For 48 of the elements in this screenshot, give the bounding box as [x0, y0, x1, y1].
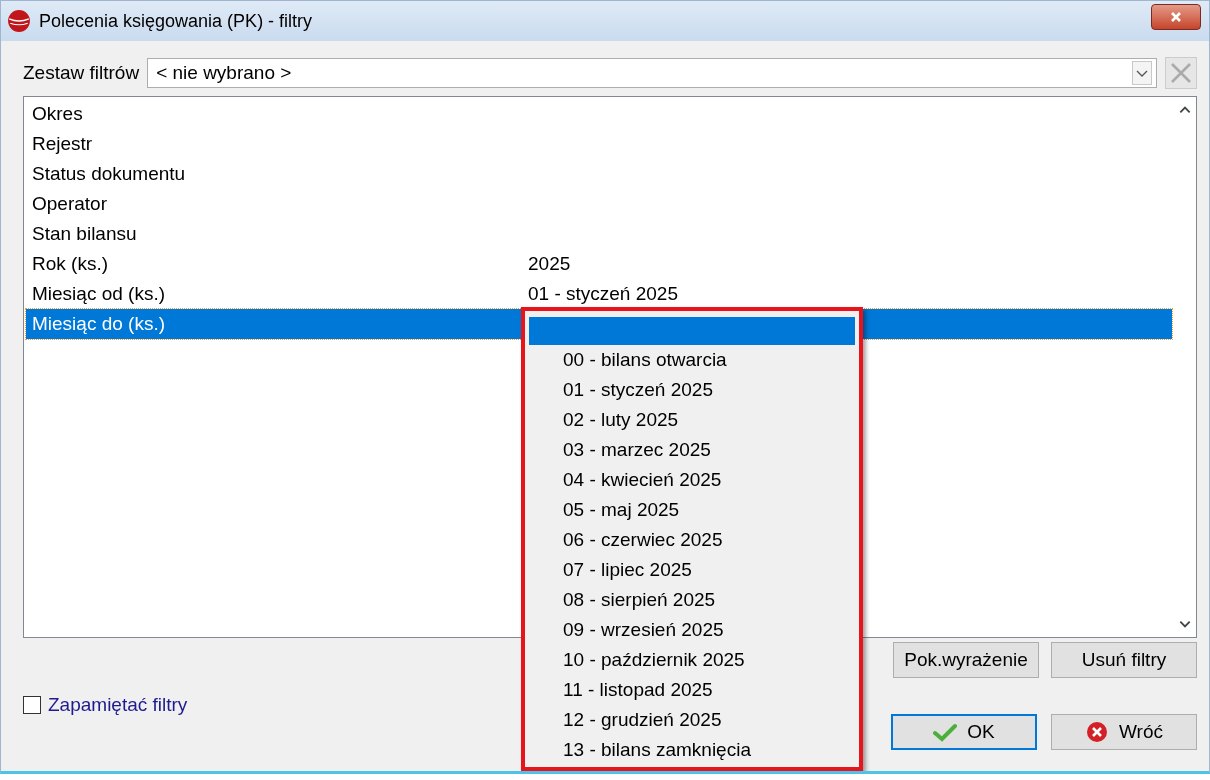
close-button[interactable] [1151, 4, 1201, 30]
window-title: Polecenia księgowania (PK) - filtry [39, 10, 314, 32]
filter-row[interactable]: Stan bilansu [26, 219, 1172, 249]
dropdown-option[interactable]: 07 - lipiec 2025 [529, 555, 855, 585]
filter-label: Miesiąc do (ks.) [32, 313, 167, 335]
filter-set-value: < nie wybrano > [156, 62, 292, 84]
action-button[interactable]: Pok.wyrażenie [893, 642, 1039, 678]
filter-label: Rok (ks.) [32, 253, 109, 275]
dropdown-option[interactable]: 05 - maj 2025 [529, 495, 855, 525]
filter-row[interactable]: Status dokumentu [26, 159, 1172, 189]
dropdown-option[interactable]: 00 - bilans otwarcia [529, 345, 855, 375]
dropdown-option[interactable]: 13 - bilans zamknięcia [529, 735, 855, 765]
filter-value: 2025 [528, 253, 571, 275]
filter-set-label: Zestaw filtrów [23, 62, 140, 84]
app-icon [7, 9, 31, 33]
dropdown-option[interactable]: 01 - styczeń 2025 [529, 375, 855, 405]
cancel-button[interactable]: Wróć [1051, 714, 1197, 750]
clear-icon [1169, 61, 1193, 85]
filter-label: Okres [32, 103, 84, 125]
dropdown-option[interactable]: 10 - październik 2025 [529, 645, 855, 675]
filter-row[interactable]: Okres [26, 99, 1172, 129]
filter-label: Operator [32, 193, 108, 215]
dropdown-option[interactable]: 06 - czerwiec 2025 [529, 525, 855, 555]
dropdown-option[interactable]: 12 - grudzień 2025 [529, 705, 855, 735]
filter-value: 01 - styczeń 2025 [528, 283, 678, 305]
ok-button[interactable]: OK [891, 714, 1037, 750]
remember-filters-label[interactable]: Zapamiętać filtry [48, 694, 188, 716]
filter-label: Status dokumentu [32, 163, 187, 185]
caret-icon [1132, 61, 1152, 85]
dropdown-option[interactable]: 04 - kwiecień 2025 [529, 465, 855, 495]
filter-row[interactable]: Rok (ks.) 2025 [26, 249, 1172, 279]
filter-row[interactable]: Rejestr [26, 129, 1172, 159]
filter-label: Miesiąc od (ks.) [32, 283, 167, 305]
dropdown-option[interactable]: 11 - listopad 2025 [529, 675, 855, 705]
dropdown-option[interactable]: 02 - luty 2025 [529, 405, 855, 435]
cancel-icon [1085, 721, 1109, 743]
filter-row[interactable]: Operator [26, 189, 1172, 219]
dropdown-option[interactable]: 03 - marzec 2025 [529, 435, 855, 465]
action-button[interactable]: Usuń filtry [1051, 642, 1197, 678]
filter-label: Stan bilansu [32, 223, 138, 245]
checkmark-icon [933, 721, 958, 743]
dropdown-option[interactable]: 09 - wrzesień 2025 [529, 615, 855, 645]
filter-row[interactable]: Miesiąc od (ks.) 01 - styczeń 2025 [26, 279, 1172, 309]
checkbox[interactable] [23, 696, 41, 714]
close-icon [1169, 10, 1183, 24]
filter-set-combobox[interactable]: < nie wybrano > [147, 58, 1157, 88]
filter-label: Rejestr [32, 133, 94, 155]
dropdown-option[interactable]: 08 - sierpień 2025 [529, 585, 855, 615]
